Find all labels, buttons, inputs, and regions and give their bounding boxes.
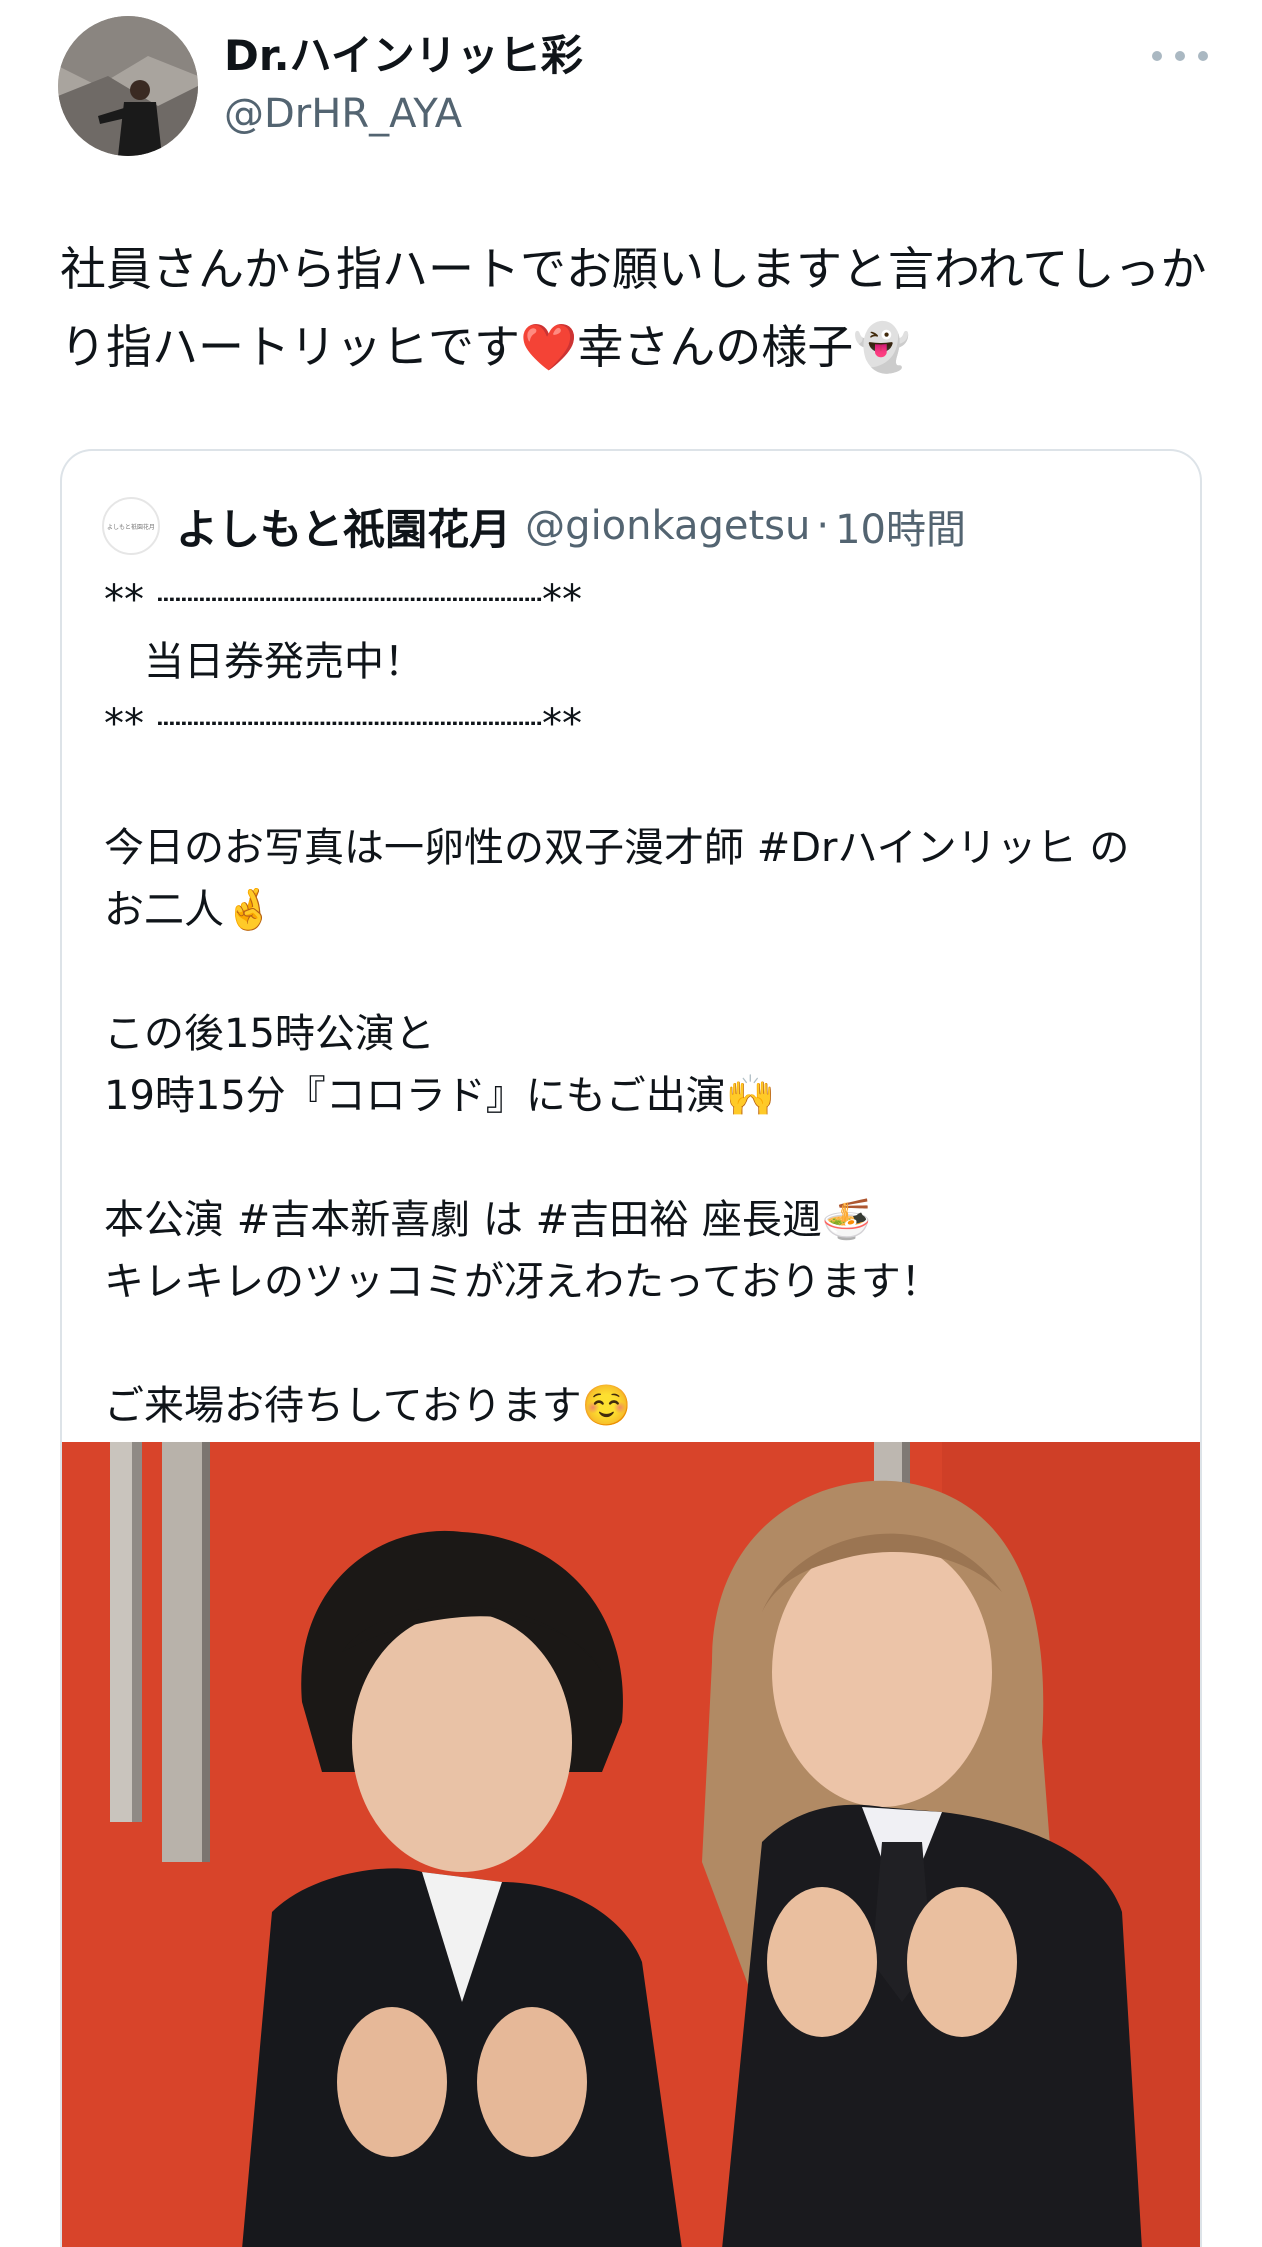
author-avatar-image <box>58 16 198 156</box>
tweet-text: 社員さんから指ハートでお願いしますと言われてしっかり指ハートリッヒです❤️幸さん… <box>60 242 1207 374</box>
quoted-avatar-logo-text: よしもと祇園花月 <box>107 523 155 531</box>
author-avatar[interactable] <box>58 16 198 156</box>
separator-dot: · <box>816 503 830 549</box>
quoted-timestamp[interactable]: 10時間 <box>835 497 966 555</box>
dot <box>1198 51 1208 61</box>
author-name[interactable]: Dr.ハインリッヒ彩 <box>224 28 583 84</box>
author-handle[interactable]: @DrHR_AYA <box>224 88 462 140</box>
more-dots-icon[interactable] <box>1152 36 1208 76</box>
quoted-author-avatar[interactable]: よしもと祇園花月 <box>102 497 160 555</box>
quoted-tweet-header: よしもと祇園花月 よしもと祇園花月 @gionkagetsu · 10時間 <box>102 495 966 557</box>
quoted-tweet[interactable]: よしもと祇園花月 よしもと祇園花月 @gionkagetsu · 10時間 **… <box>60 449 1202 2247</box>
quoted-author-handle[interactable]: @gionkagetsu <box>525 503 810 549</box>
quoted-tweet-photo[interactable] <box>62 1442 1202 2247</box>
dot <box>1175 51 1185 61</box>
quoted-author-name[interactable]: よしもと祇園花月 <box>176 496 511 557</box>
dot <box>1152 51 1162 61</box>
quoted-tweet-text: ** ┈┈┈┈┈┈┈┈┈┈┈┈┈┈┈┈** 当日券発売中！ ** ┈┈┈┈┈┈┈… <box>104 577 1130 1429</box>
